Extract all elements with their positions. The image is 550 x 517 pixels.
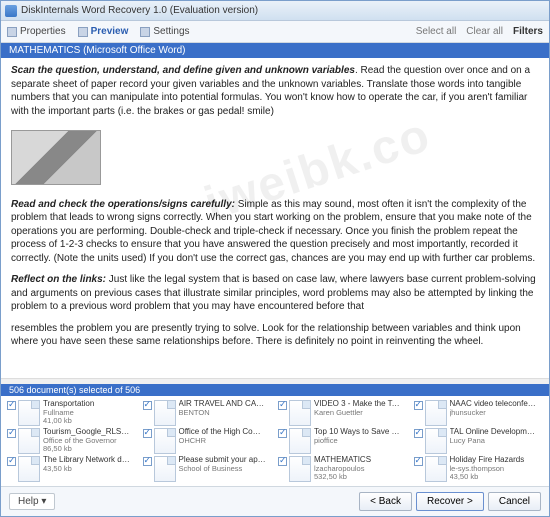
file-sub1: 43,50 kb <box>43 465 131 473</box>
paragraph-1: Scan the question, understand, and defin… <box>11 64 539 118</box>
selection-count-bar: 506 document(s) selected of 506 <box>1 384 549 396</box>
document-icon <box>18 400 40 426</box>
file-item[interactable]: MATHEMATICSlzacharopoulos532,50 kb <box>278 456 408 482</box>
file-item[interactable]: AIR TRAVEL AND CAR RENTALSBENTON <box>143 400 273 426</box>
file-title: The Library Network does not make delive… <box>43 456 131 465</box>
document-icon <box>154 456 176 482</box>
file-checkbox[interactable] <box>7 401 16 410</box>
file-sub1: Lucy Pana <box>450 437 538 445</box>
file-title: Transportation <box>43 400 94 409</box>
file-item[interactable]: Top 10 Ways to Save Money while Still En… <box>278 428 408 454</box>
preview-pane[interactable]: iweibk.co Scan the question, understand,… <box>1 58 549 378</box>
preview-label: Preview <box>91 26 129 37</box>
file-checkbox[interactable] <box>414 401 423 410</box>
file-checkbox[interactable] <box>143 457 152 466</box>
clear-all-link[interactable]: Clear all <box>466 26 503 37</box>
file-title: Office of the High Commissioner for Huma… <box>179 428 267 437</box>
file-sub2: 41,00 kb <box>43 417 94 425</box>
back-button[interactable]: < Back <box>359 492 412 511</box>
file-title: Top 10 Ways to Save Money while Still En… <box>314 428 402 437</box>
filters-link[interactable]: Filters <box>513 26 543 37</box>
file-item[interactable]: The Library Network does not make delive… <box>7 456 137 482</box>
file-title: Holiday Fire Hazards <box>450 456 525 465</box>
toolbar-settings[interactable]: Settings <box>140 26 189 37</box>
cancel-button[interactable]: Cancel <box>488 492 541 511</box>
file-item[interactable]: NAAC video teleconference transcrip...jh… <box>414 400 544 426</box>
properties-icon <box>7 27 17 37</box>
file-item[interactable]: Office of the High Commissioner for Huma… <box>143 428 273 454</box>
file-checkbox[interactable] <box>278 401 287 410</box>
document-icon <box>289 428 311 454</box>
p1-lead: Scan the question, understand, and defin… <box>11 65 355 76</box>
file-checkbox[interactable] <box>278 429 287 438</box>
section-header: MATHEMATICS (Microsoft Office Word) <box>1 43 549 58</box>
document-icon <box>425 456 447 482</box>
paragraph-3: Reflect on the links: Just like the lega… <box>11 273 539 314</box>
file-checkbox[interactable] <box>143 401 152 410</box>
document-icon <box>18 456 40 482</box>
properties-label: Properties <box>20 26 66 37</box>
help-button[interactable]: Help ▾ <box>9 493 55 510</box>
document-icon <box>154 400 176 426</box>
document-icon <box>18 428 40 454</box>
file-checkbox[interactable] <box>7 429 16 438</box>
file-checkbox[interactable] <box>143 429 152 438</box>
paragraph-4: resembles the problem you are presently … <box>11 322 539 349</box>
file-checkbox[interactable] <box>278 457 287 466</box>
document-icon <box>425 428 447 454</box>
toolbar-preview[interactable]: Preview <box>78 26 129 37</box>
preview-icon <box>78 27 88 37</box>
file-sub1: le-sys.thompson <box>450 465 525 473</box>
settings-icon <box>140 27 150 37</box>
settings-label: Settings <box>153 26 189 37</box>
file-sub1: Karen Guettler <box>314 409 402 417</box>
file-sub1: jhunsucker <box>450 409 538 417</box>
help-label: Help <box>18 496 39 507</box>
file-sub1: Fullname <box>43 409 94 417</box>
file-sub1: pioffice <box>314 437 402 445</box>
select-all-link[interactable]: Select all <box>416 26 457 37</box>
file-checkbox[interactable] <box>414 429 423 438</box>
file-sub1: OHCHR <box>179 437 267 445</box>
file-sub2: 43,50 kb <box>450 473 525 481</box>
file-item[interactable]: Tourism_Google_RLS.docOffice of the Gove… <box>7 428 137 454</box>
file-title: Please submit your application for fundi… <box>179 456 267 465</box>
app-icon <box>5 5 17 17</box>
file-sub1: Office of the Governor <box>43 437 131 445</box>
file-grid: TransportationFullname41,00 kbAIR TRAVEL… <box>1 396 549 486</box>
file-checkbox[interactable] <box>7 457 16 466</box>
file-title: Tourism_Google_RLS.doc <box>43 428 131 437</box>
toolbar-properties[interactable]: Properties <box>7 26 66 37</box>
file-title: MATHEMATICS <box>314 456 371 465</box>
file-sub2: 532,50 kb <box>314 473 371 481</box>
document-icon <box>154 428 176 454</box>
recover-button[interactable]: Recover > <box>416 492 484 511</box>
window-title: DiskInternals Word Recovery 1.0 (Evaluat… <box>21 5 258 16</box>
file-item[interactable]: Please submit your application for fundi… <box>143 456 273 482</box>
file-item[interactable]: Holiday Fire Hazardsle-sys.thompson43,50… <box>414 456 544 482</box>
file-item[interactable]: TAL Online Development CommitteeLucy Pan… <box>414 428 544 454</box>
file-title: VIDEO 3 - Make the Terrariums <box>314 400 402 409</box>
file-item[interactable]: VIDEO 3 - Make the TerrariumsKaren Guett… <box>278 400 408 426</box>
file-title: TAL Online Development Committee <box>450 428 538 437</box>
file-checkbox[interactable] <box>414 457 423 466</box>
file-sub2: 86,50 kb <box>43 445 131 453</box>
file-title: AIR TRAVEL AND CAR RENTALS <box>179 400 267 409</box>
file-item[interactable]: TransportationFullname41,00 kb <box>7 400 137 426</box>
document-icon <box>425 400 447 426</box>
file-sub1: lzacharopoulos <box>314 465 371 473</box>
document-icon <box>289 456 311 482</box>
p2-lead: Read and check the operations/signs care… <box>11 199 235 210</box>
file-sub1: BENTON <box>179 409 267 417</box>
file-title: NAAC video teleconference transcrip... <box>450 400 538 409</box>
p3-lead: Reflect on the links: <box>11 274 106 285</box>
titlebar[interactable]: DiskInternals Word Recovery 1.0 (Evaluat… <box>1 1 549 21</box>
file-sub1: School of Business <box>179 465 267 473</box>
footer: Help ▾ < Back Recover > Cancel <box>1 486 549 516</box>
app-window: DiskInternals Word Recovery 1.0 (Evaluat… <box>0 0 550 517</box>
toolbar: Properties Preview Settings Select all C… <box>1 21 549 43</box>
paragraph-2: Read and check the operations/signs care… <box>11 198 539 266</box>
document-icon <box>289 400 311 426</box>
embedded-image <box>11 130 101 185</box>
